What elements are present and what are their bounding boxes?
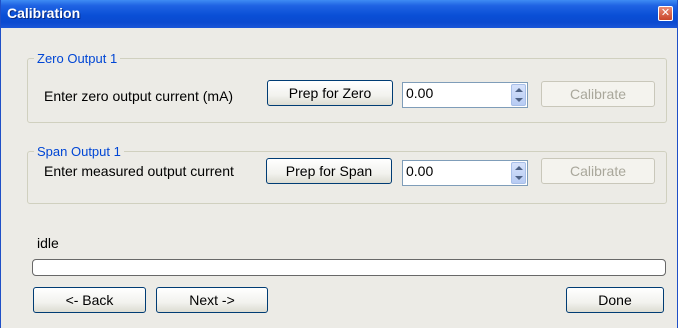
chevron-up-icon[interactable] <box>515 88 523 92</box>
zero-spinner-arrows[interactable] <box>511 84 526 106</box>
status-text: idle <box>37 235 59 251</box>
zero-output-value[interactable]: 0.00 <box>406 85 433 101</box>
calibration-window: Calibration ✕ Zero Output 1 Enter zero o… <box>0 0 678 328</box>
zero-output-spinbox[interactable]: 0.00 <box>402 82 528 108</box>
span-output-legend: Span Output 1 <box>37 144 121 159</box>
title-bar[interactable]: Calibration ✕ <box>1 0 677 28</box>
prep-for-span-button[interactable]: Prep for Span <box>266 158 392 184</box>
progress-bar <box>32 259 666 276</box>
chevron-down-icon[interactable] <box>515 176 523 180</box>
back-button[interactable]: <- Back <box>33 287 146 313</box>
span-output-label: Enter measured output current <box>44 163 234 179</box>
prep-for-zero-button[interactable]: Prep for Zero <box>267 80 393 106</box>
zero-output-label: Enter zero output current (mA) <box>44 88 234 104</box>
chevron-down-icon[interactable] <box>515 98 523 102</box>
span-output-value[interactable]: 0.00 <box>406 163 433 179</box>
close-icon: ✕ <box>660 7 671 19</box>
span-output-spinbox[interactable]: 0.00 <box>402 160 528 186</box>
done-button[interactable]: Done <box>566 287 664 313</box>
chevron-up-icon[interactable] <box>515 166 523 170</box>
span-spinner-arrows[interactable] <box>511 162 526 184</box>
zero-output-legend: Zero Output 1 <box>37 51 118 66</box>
calibrate-zero-button[interactable]: Calibrate <box>541 81 655 107</box>
next-button[interactable]: Next -> <box>156 287 268 313</box>
window-title: Calibration <box>7 5 81 21</box>
close-button[interactable]: ✕ <box>658 6 673 21</box>
calibrate-span-button[interactable]: Calibrate <box>541 158 655 184</box>
